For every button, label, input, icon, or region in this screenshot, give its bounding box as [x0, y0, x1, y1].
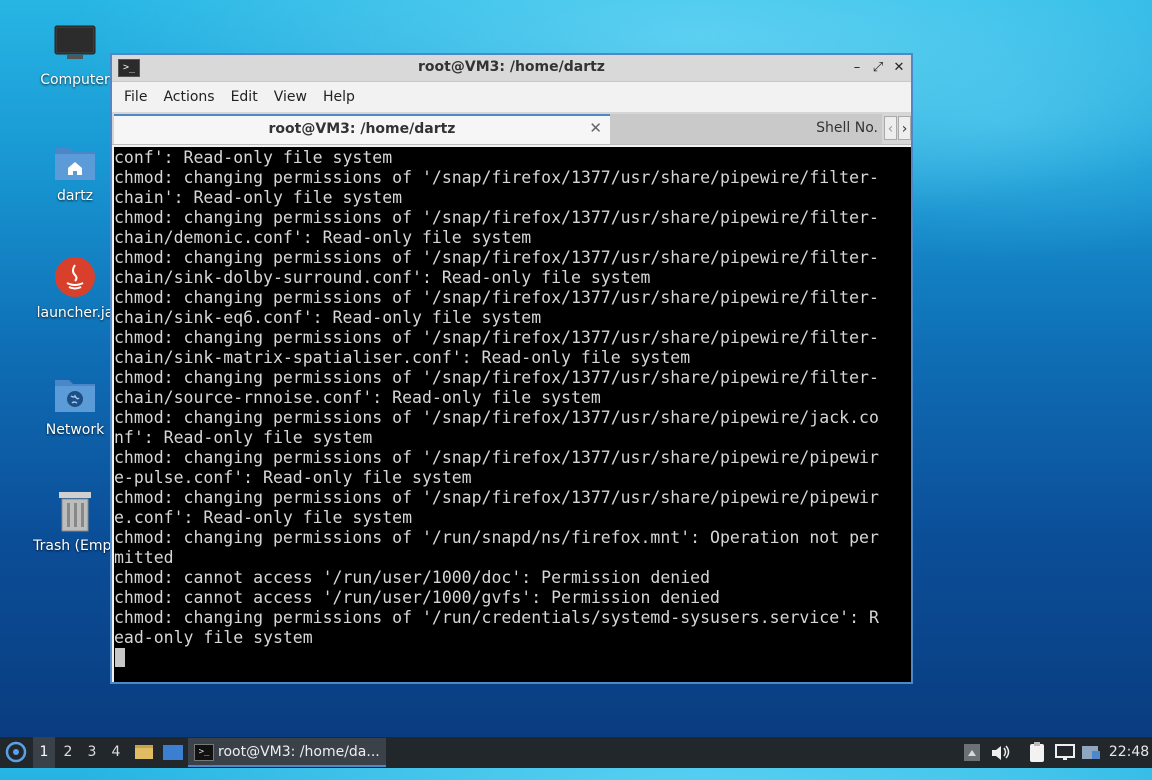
terminal-line: conf': Read-only file system	[114, 148, 393, 167]
clipboard-button[interactable]	[1026, 737, 1048, 768]
update-notifier-button[interactable]	[1080, 737, 1102, 768]
task-label: root@VM3: /home/da...	[218, 744, 380, 760]
terminal-line: chmod: cannot access '/run/user/1000/gvf…	[114, 588, 720, 607]
show-desktop-button[interactable]	[162, 737, 184, 768]
menu-edit[interactable]: Edit	[223, 89, 266, 105]
terminal-line: chmod: changing permissions of '/snap/fi…	[114, 208, 879, 227]
taskbar-terminal-task[interactable]: >_ root@VM3: /home/da...	[188, 738, 386, 767]
terminal-output[interactable]: conf': Read-only file system chmod: chang…	[114, 147, 911, 682]
terminal-line: chmod: changing permissions of '/snap/fi…	[114, 328, 879, 347]
lubuntu-logo-icon	[5, 741, 27, 763]
taskbar: 1 2 3 4 >_ root@VM3: /home/da... 22:48	[0, 737, 1152, 768]
tab-bar: root@VM3: /home/dartz ✕ Shell No. ‹ ›	[112, 112, 911, 145]
volume-button[interactable]	[989, 737, 1011, 768]
menu-help[interactable]: Help	[315, 89, 363, 105]
file-manager-icon	[135, 745, 153, 759]
workspace-4[interactable]: 4	[105, 737, 127, 768]
terminal-line: nf': Read-only file system	[114, 428, 373, 447]
terminal-line: chmod: cannot access '/run/user/1000/doc…	[114, 568, 711, 587]
tab-shell-no[interactable]: Shell No.	[610, 114, 882, 144]
up-arrow-icon	[964, 744, 980, 761]
terminal-line: mitted	[114, 548, 174, 567]
terminal-line: chain/sink-eq6.conf': Read-only file sys…	[114, 308, 542, 327]
terminal-line: e.conf': Read-only file system	[114, 508, 413, 527]
terminal-line: chmod: changing permissions of '/run/sna…	[114, 528, 879, 547]
maximize-button[interactable]: ⤢	[868, 58, 888, 78]
workspace-3[interactable]: 3	[81, 737, 103, 768]
start-menu-button[interactable]	[4, 737, 30, 768]
tab-label: root@VM3: /home/dartz	[268, 121, 456, 137]
tab-label: Shell No.	[816, 120, 878, 136]
trash-icon	[53, 490, 97, 534]
terminal-line: chain': Read-only file system	[114, 188, 403, 207]
file-manager-launcher[interactable]	[134, 737, 156, 768]
computer-icon	[53, 24, 97, 68]
network-wired-icon	[1055, 744, 1075, 760]
terminal-line: chain/demonic.conf': Read-only file syst…	[114, 228, 532, 247]
clipboard-icon	[1030, 742, 1044, 762]
volume-icon	[992, 745, 1010, 760]
desktop-icon	[163, 745, 183, 760]
title-bar[interactable]: >_ root@VM3: /home/dartz – ⤢ ✕	[112, 55, 911, 82]
menu-view[interactable]: View	[266, 89, 315, 105]
terminal-line: chmod: changing permissions of '/snap/fi…	[114, 248, 879, 267]
network-folder-icon	[53, 374, 97, 418]
terminal-line: chain/sink-dolby-surround.conf': Read-on…	[114, 268, 651, 287]
clock[interactable]: 22:48	[1108, 737, 1150, 768]
close-button[interactable]: ✕	[889, 58, 909, 78]
text-cursor	[115, 648, 125, 667]
menu-file[interactable]: File	[116, 89, 155, 105]
terminal-text: conf': Read-only file system chmod: chang…	[114, 147, 911, 648]
tray-arrow-button[interactable]	[962, 737, 982, 768]
network-status-button[interactable]	[1054, 737, 1076, 768]
update-icon	[1082, 746, 1100, 759]
workspace-1[interactable]: 1	[33, 737, 55, 768]
terminal-line: chmod: changing permissions of '/snap/fi…	[114, 448, 879, 467]
terminal-line: ead-only file system	[114, 628, 313, 647]
minimize-button[interactable]: –	[847, 58, 867, 78]
tab-close-icon[interactable]: ✕	[589, 119, 602, 137]
java-icon	[53, 257, 97, 301]
terminal-line: chmod: changing permissions of '/snap/fi…	[114, 408, 879, 427]
terminal-line: e-pulse.conf': Read-only file system	[114, 468, 472, 487]
home-folder-icon	[53, 140, 97, 184]
terminal-window: >_ root@VM3: /home/dartz – ⤢ ✕ File Acti…	[110, 53, 913, 684]
terminal-line: chmod: changing permissions of '/snap/fi…	[114, 288, 879, 307]
tab-scroll-right-button[interactable]: ›	[898, 116, 911, 140]
workspace-2[interactable]: 2	[57, 737, 79, 768]
terminal-line: chmod: changing permissions of '/snap/fi…	[114, 368, 879, 387]
tab-scroll-left-button[interactable]: ‹	[884, 116, 897, 140]
menu-bar: File Actions Edit View Help	[112, 82, 911, 112]
tab-root-shell[interactable]: root@VM3: /home/dartz ✕	[114, 114, 610, 144]
terminal-line: chmod: changing permissions of '/snap/fi…	[114, 168, 879, 187]
terminal-line: chain/source-rnnoise.conf': Read-only fi…	[114, 388, 601, 407]
terminal-icon: >_	[194, 744, 214, 761]
menu-actions[interactable]: Actions	[155, 89, 222, 105]
terminal-line: chmod: changing permissions of '/snap/fi…	[114, 488, 879, 507]
terminal-line: chmod: changing permissions of '/run/cre…	[114, 608, 879, 627]
window-title: root@VM3: /home/dartz	[418, 59, 605, 75]
terminal-line: chain/sink-matrix-spatialiser.conf': Rea…	[114, 348, 691, 367]
